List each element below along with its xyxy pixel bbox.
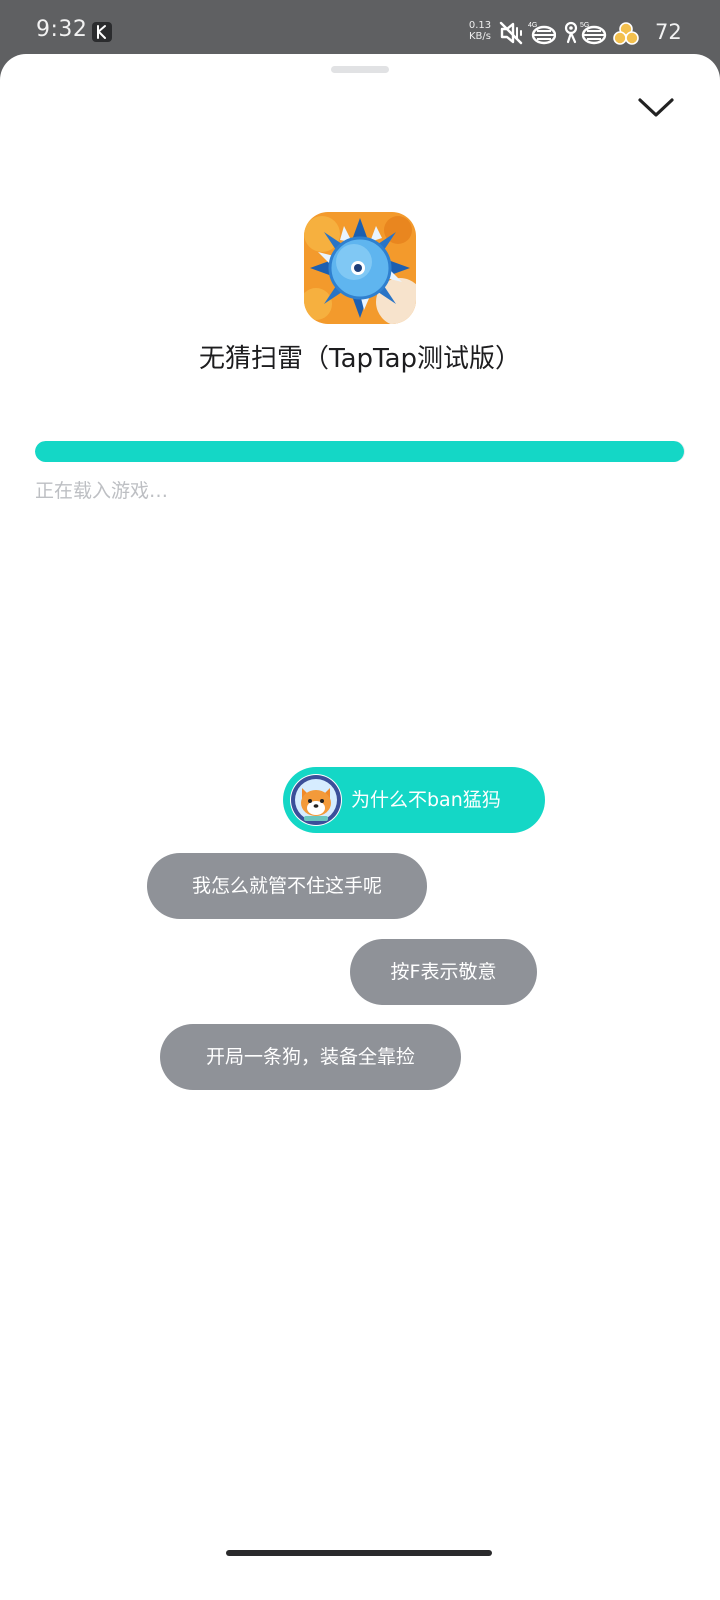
status-bar: 9:32 0.13 KB/s 4G 5G 72 bbox=[0, 0, 720, 62]
battery-level: 72 bbox=[655, 20, 682, 44]
signal-5g-icon: 5G bbox=[578, 20, 608, 50]
comment-chip[interactable]: 我怎么就管不住这手呢 bbox=[147, 853, 427, 919]
comment-chip-featured[interactable]: 为什么不ban猛犸 bbox=[283, 767, 545, 833]
network-speed: 0.13 KB/s bbox=[464, 20, 496, 42]
game-loading-sheet: 无猜扫雷（TapTap测试版） 正在载入游戏… 为什么不ban猛犸 我怎么就管不… bbox=[0, 54, 720, 1600]
loading-progress-bar bbox=[35, 441, 685, 462]
comment-chip-text: 按F表示敬意 bbox=[390, 961, 497, 983]
svg-text:4G: 4G bbox=[528, 22, 537, 29]
collapse-button[interactable] bbox=[632, 88, 680, 128]
app-title: 无猜扫雷（TapTap测试版） bbox=[198, 344, 522, 374]
drag-handle[interactable] bbox=[331, 66, 389, 73]
battery-icon bbox=[612, 20, 640, 50]
shiba-dog-avatar bbox=[290, 774, 342, 826]
network-speed-value: 0.13 bbox=[468, 20, 492, 31]
mute-vibrate-icon bbox=[498, 20, 524, 50]
comment-chip-text: 我怎么就管不住这手呢 bbox=[191, 875, 382, 897]
home-indicator[interactable] bbox=[226, 1550, 492, 1556]
comment-chip-text: 开局一条狗，装备全靠捡 bbox=[205, 1046, 415, 1068]
network-speed-unit: KB/s bbox=[469, 31, 491, 42]
chevron-down-icon bbox=[638, 98, 674, 117]
comment-chip-text: 为什么不ban猛犸 bbox=[351, 789, 501, 811]
loading-status-text: 正在载入游戏… bbox=[35, 480, 169, 502]
loading-progress-fill bbox=[35, 441, 685, 462]
k-app-icon bbox=[92, 22, 112, 42]
comment-chip[interactable]: 开局一条狗，装备全靠捡 bbox=[160, 1024, 461, 1090]
signal-4g-icon: 4G bbox=[528, 20, 557, 50]
status-time: 9:32 bbox=[36, 17, 88, 42]
comment-chip[interactable]: 按F表示敬意 bbox=[350, 939, 537, 1005]
minesweeper-game-icon bbox=[304, 212, 416, 324]
